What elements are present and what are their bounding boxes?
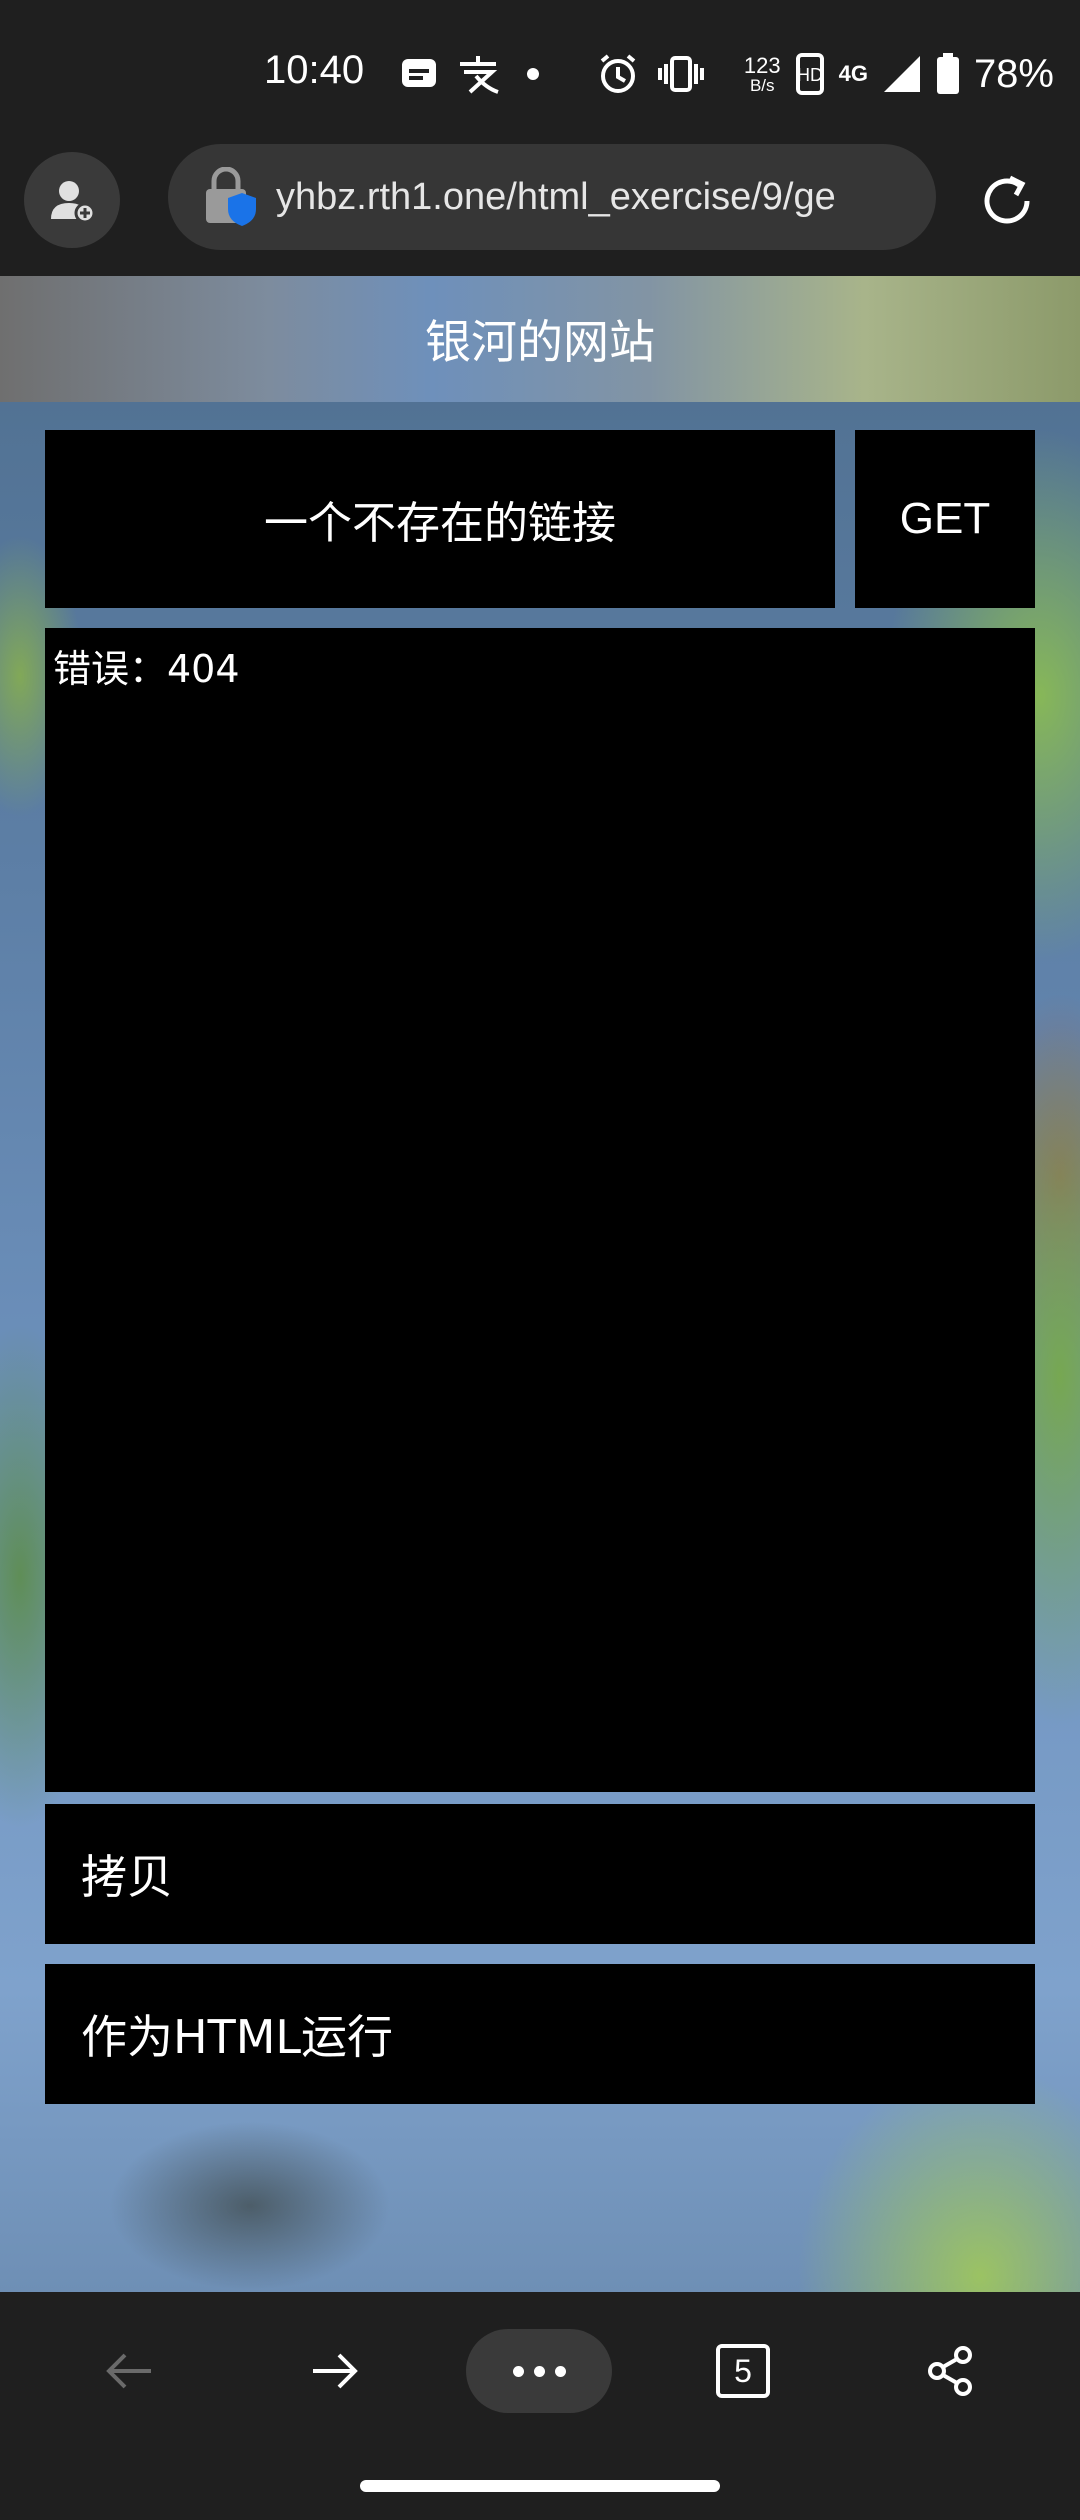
run-as-html-button[interactable]: 作为HTML运行 (45, 1964, 1035, 2104)
vibrate-icon (658, 56, 704, 92)
home-indicator[interactable] (360, 2480, 720, 2492)
url-field[interactable]: yhbz.rth1.one/html_exercise/9/ge (168, 144, 936, 250)
response-text: 错误：404 (53, 647, 240, 691)
more-button[interactable] (466, 2329, 612, 2413)
url-input[interactable]: 一个不存在的链接 (45, 430, 835, 608)
tab-count: 5 (734, 2352, 752, 2389)
tabs-button[interactable]: 5 (716, 2344, 770, 2398)
system-icons: 123 B/s HD 4G 78% (744, 44, 1054, 104)
message-icon (402, 59, 436, 87)
web-page: 银河的网站 一个不存在的链接 GET 错误：404 拷贝 作为HTML运行 (0, 276, 1080, 2292)
svg-text:HD: HD (797, 65, 823, 85)
notification-icons (400, 44, 704, 104)
profile-icon (51, 181, 96, 224)
reload-icon (984, 175, 1030, 224)
browser-address-bar: yhbz.rth1.one/html_exercise/9/ge (0, 140, 1080, 276)
share-button[interactable] (908, 2328, 994, 2414)
get-button[interactable]: GET (855, 430, 1035, 608)
lock-shield-icon[interactable] (202, 166, 258, 227)
battery-level: 78% (973, 51, 1054, 96)
signal-icon (883, 56, 920, 92)
alarm-icon (600, 54, 636, 93)
back-button[interactable] (86, 2328, 172, 2414)
net-speed-unit: B/s (749, 75, 775, 95)
back-arrow-icon (106, 2353, 151, 2389)
copy-label: 拷贝 (81, 1850, 173, 1904)
dot-icon (527, 68, 539, 80)
net-speed: 123 B/s (743, 52, 781, 95)
alipay-icon (460, 56, 499, 94)
more-icon (512, 2365, 566, 2377)
url-text: yhbz.rth1.one/html_exercise/9/ge (276, 175, 836, 218)
network-type: 4G (838, 61, 868, 86)
gesture-bar (0, 2450, 1080, 2520)
browser-toolbar: 5 (0, 2292, 1080, 2450)
response-output[interactable]: 错误：404 (45, 628, 1035, 1792)
status-time: 10:40 (264, 48, 365, 92)
profile-button[interactable] (24, 152, 120, 248)
battery-icon (936, 53, 959, 94)
site-header: 银河的网站 (0, 276, 1080, 402)
volte-icon: HD (795, 53, 824, 95)
reload-button[interactable] (976, 170, 1038, 232)
forward-button[interactable] (292, 2328, 378, 2414)
forward-arrow-icon (313, 2353, 358, 2389)
share-icon (928, 2346, 972, 2396)
copy-button[interactable]: 拷贝 (45, 1804, 1035, 1944)
run-label: 作为HTML运行 (81, 2010, 394, 2064)
site-title: 银河的网站 (425, 315, 655, 369)
status-bar: 10:40 123 B/s HD 4G 78% (0, 0, 1080, 140)
net-speed-value: 123 (743, 52, 781, 78)
